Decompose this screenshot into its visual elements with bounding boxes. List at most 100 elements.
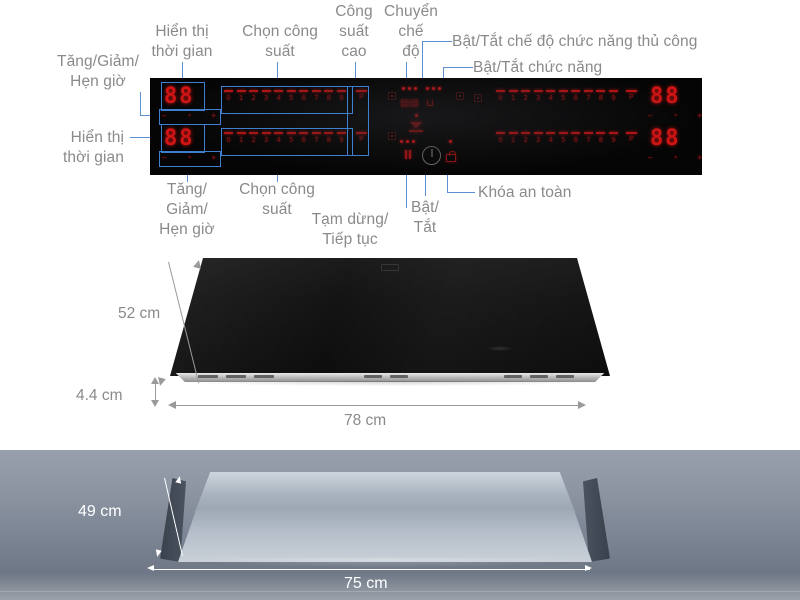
glass-sheen bbox=[170, 258, 610, 376]
cutout-diagram-panel: 49 cm 75 cm bbox=[0, 450, 800, 600]
cooktop-shadow bbox=[180, 381, 600, 386]
vent-slot bbox=[364, 375, 382, 378]
slider-level: 1 bbox=[510, 94, 516, 102]
zone-indicator-right-icon bbox=[474, 94, 482, 102]
slider-level: 5 bbox=[561, 136, 566, 144]
zone-indicator-top-left-icon bbox=[388, 92, 396, 100]
leader-line-thu-cong-h bbox=[422, 41, 452, 42]
highlight-power-slider-top bbox=[221, 86, 353, 114]
boost-button-top-right[interactable]: P bbox=[626, 90, 637, 101]
slider-level: 2 bbox=[523, 136, 528, 144]
label-cong-suat-cao: Công suất cao bbox=[335, 3, 373, 60]
bridge-status-dot bbox=[415, 114, 418, 117]
slider-level: 6 bbox=[573, 94, 579, 102]
minus-icon-bottom-right[interactable]: – bbox=[648, 153, 652, 162]
clock-icon-top-right[interactable]: ◔ bbox=[672, 111, 677, 120]
vent-slot bbox=[198, 375, 218, 378]
vent-slot bbox=[390, 375, 408, 378]
dimension-width-label: 78 cm bbox=[344, 412, 387, 429]
bridge-arrow-icon[interactable] bbox=[410, 122, 422, 128]
cutout-floor bbox=[178, 510, 592, 562]
label-khoa-an-toan: Khóa an toàn bbox=[478, 184, 572, 201]
vent-slot bbox=[254, 375, 274, 378]
leader-line-tang-giam-top-v bbox=[140, 92, 141, 115]
power-icon[interactable] bbox=[422, 146, 441, 165]
cooktop-glass-surface bbox=[170, 258, 610, 376]
cutout-width-label: 75 cm bbox=[344, 575, 388, 592]
cooktop-panel-ghost bbox=[486, 346, 513, 351]
timer-controls-bottom-right[interactable]: – ◔ + bbox=[648, 153, 702, 162]
boost-label: P bbox=[629, 136, 634, 143]
slider-level: 1 bbox=[510, 136, 516, 144]
cooktop-image bbox=[170, 258, 610, 388]
vent-slot bbox=[504, 375, 522, 378]
label-tang-giam-hen-gio-bottom: Tăng/ Giảm/ Hẹn giờ bbox=[159, 181, 215, 238]
pause-icon[interactable] bbox=[405, 150, 411, 159]
label-hien-thi-thoi-gian-top: Hiển thị thời gian bbox=[151, 23, 213, 60]
slider-level: 3 bbox=[535, 136, 541, 144]
label-bat-tat: Bật/ Tắt bbox=[411, 199, 439, 236]
slider-level: 0 bbox=[498, 136, 503, 144]
lock-icon[interactable] bbox=[446, 151, 456, 162]
slider-level: 7 bbox=[586, 94, 591, 102]
slider-level: 3 bbox=[535, 94, 541, 102]
slider-level: 9 bbox=[611, 94, 616, 102]
cutout-shape bbox=[140, 472, 630, 568]
slider-level: 2 bbox=[523, 94, 528, 102]
bridge-bar-icon bbox=[409, 130, 423, 132]
dimension-height-label: 4.4 cm bbox=[76, 387, 123, 404]
vent-slot bbox=[530, 375, 548, 378]
slider-level: 4 bbox=[548, 94, 553, 102]
highlight-timer-controls-bottom bbox=[159, 151, 221, 167]
slider-level: 8 bbox=[598, 94, 604, 102]
highlight-timer-display-top bbox=[161, 82, 205, 111]
manual-function-icon[interactable]: ⊔ bbox=[426, 98, 434, 109]
zone-indicator-bottom-left-icon bbox=[388, 132, 396, 140]
timer-controls-top-right[interactable]: – ◔ + bbox=[648, 111, 702, 120]
highlight-timer-controls-top bbox=[159, 109, 221, 125]
highlight-power-slider-bottom bbox=[221, 128, 353, 156]
cutout-back-wall bbox=[195, 472, 575, 512]
brand-logo-icon bbox=[381, 264, 399, 271]
label-chon-cong-suat-top: Chọn công suất bbox=[242, 23, 318, 60]
plus-icon-top-right[interactable]: + bbox=[697, 111, 702, 120]
slider-level: 4 bbox=[548, 136, 553, 144]
cutout-depth-label: 49 cm bbox=[78, 503, 122, 520]
mode-status-dots bbox=[402, 87, 417, 90]
slider-numbers-top-right: 0 1 2 3 4 5 6 7 8 9 bbox=[496, 94, 618, 102]
minus-icon-top-right[interactable]: – bbox=[648, 111, 652, 120]
slider-level: 6 bbox=[573, 136, 579, 144]
dimension-depth-label: 52 cm bbox=[118, 305, 161, 322]
clock-icon-bottom-right[interactable]: ◔ bbox=[672, 153, 677, 162]
slider-level: 0 bbox=[498, 94, 503, 102]
power-slider-bottom-right[interactable]: 0 1 2 3 4 5 6 7 8 9 bbox=[496, 132, 618, 144]
label-chuyen-che-do: Chuyển chế độ bbox=[383, 3, 439, 60]
mode-switch-icon[interactable]: ▤▤ bbox=[400, 98, 419, 109]
slider-level: 5 bbox=[561, 94, 566, 102]
power-slider-top-right[interactable]: 0 1 2 3 4 5 6 7 8 9 bbox=[496, 90, 618, 102]
plus-icon-bottom-right[interactable]: + bbox=[697, 153, 702, 162]
slider-numbers-bottom-right: 0 1 2 3 4 5 6 7 8 9 bbox=[496, 136, 618, 144]
label-bat-tat-che-do-thu-cong: Bật/Tắt chế độ chức năng thủ công bbox=[452, 33, 698, 50]
highlight-timer-display-bottom bbox=[161, 124, 205, 153]
lock-status-dot bbox=[449, 140, 452, 143]
slider-level: 9 bbox=[611, 136, 616, 144]
boost-button-bottom-right[interactable]: P bbox=[626, 132, 637, 143]
leader-line-chuc-nang-h bbox=[443, 67, 473, 68]
slider-level: 8 bbox=[598, 136, 604, 144]
timer-display-top-right: 88 bbox=[650, 84, 681, 109]
boost-label: P bbox=[629, 94, 634, 101]
label-bat-tat-chuc-nang: Bật/Tắt chức năng bbox=[473, 59, 603, 76]
slider-dashes-bottom-right bbox=[496, 132, 618, 134]
zone-indicator-top-right-icon bbox=[456, 92, 464, 100]
leader-line-khoa-h bbox=[447, 192, 475, 193]
timer-display-bottom-right: 88 bbox=[650, 126, 681, 151]
label-tam-dung-tiep-tuc: Tạm dừng/ Tiếp tục bbox=[311, 211, 389, 248]
cutout-floor-highlight bbox=[185, 558, 585, 568]
highlight-boost-column bbox=[347, 86, 369, 156]
label-hien-thi-thoi-gian-bottom: Hiển thị thời gian bbox=[62, 129, 124, 166]
product-diagram-page: Tăng/Giảm/ Hẹn giờ Hiển thị thời gian Ch… bbox=[0, 0, 800, 600]
vent-slot bbox=[556, 375, 574, 378]
slider-level: 7 bbox=[586, 136, 591, 144]
slider-dashes-top-right bbox=[496, 90, 618, 92]
